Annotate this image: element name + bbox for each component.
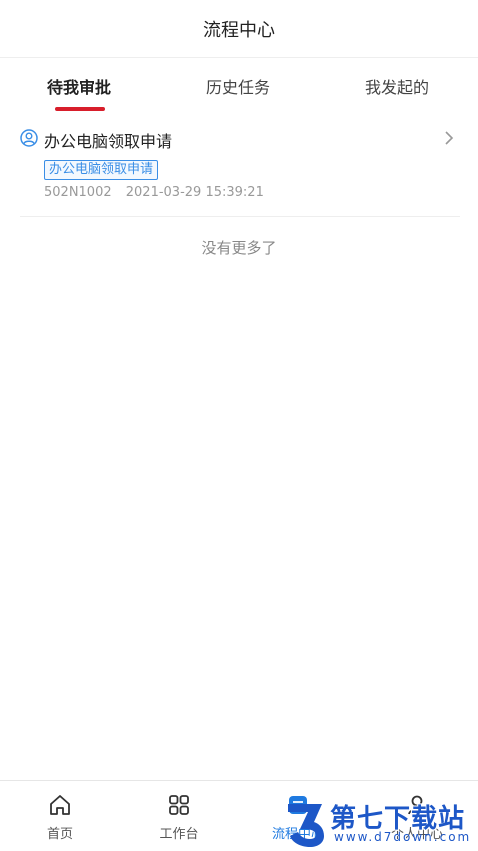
tab-initiated-by-me[interactable]: 我发起的 [365,74,429,98]
chevron-right-icon[interactable] [440,128,458,148]
user-circle-icon [20,129,38,147]
watermark-url: www.d7down.com [334,830,472,844]
tabbar-item-home[interactable]: 首页 [0,781,120,851]
tab-history-tasks[interactable]: 历史任务 [206,74,270,98]
item-tag: 办公电脑领取申请 [44,160,159,180]
home-icon [48,793,72,817]
tabbar-label: 工作台 [159,827,199,842]
grid-icon [167,793,191,817]
tabbar-item-workbench[interactable]: 工作台 [119,781,239,851]
watermark-logo: 第七下载站 www.d7down.com [282,796,478,850]
active-tab-indicator [55,107,105,111]
no-more-text: 没有更多了 [201,239,277,257]
tab-bar: 待我审批 历史任务 我发起的 [0,60,478,112]
divider [20,216,460,217]
item-time: 2021-03-29 15:39:21 [125,185,264,200]
tab-pending-approval[interactable]: 待我审批 [47,74,111,98]
item-meta: 502N1002 2021-03-29 15:39:21 [44,185,264,200]
item-code: 502N1002 [44,185,112,200]
item-title: 办公电脑领取申请 [44,132,173,151]
tabbar-label: 首页 [46,827,73,842]
page-title: 流程中心 [203,19,275,41]
top-bar: 流程中心 [0,0,478,58]
